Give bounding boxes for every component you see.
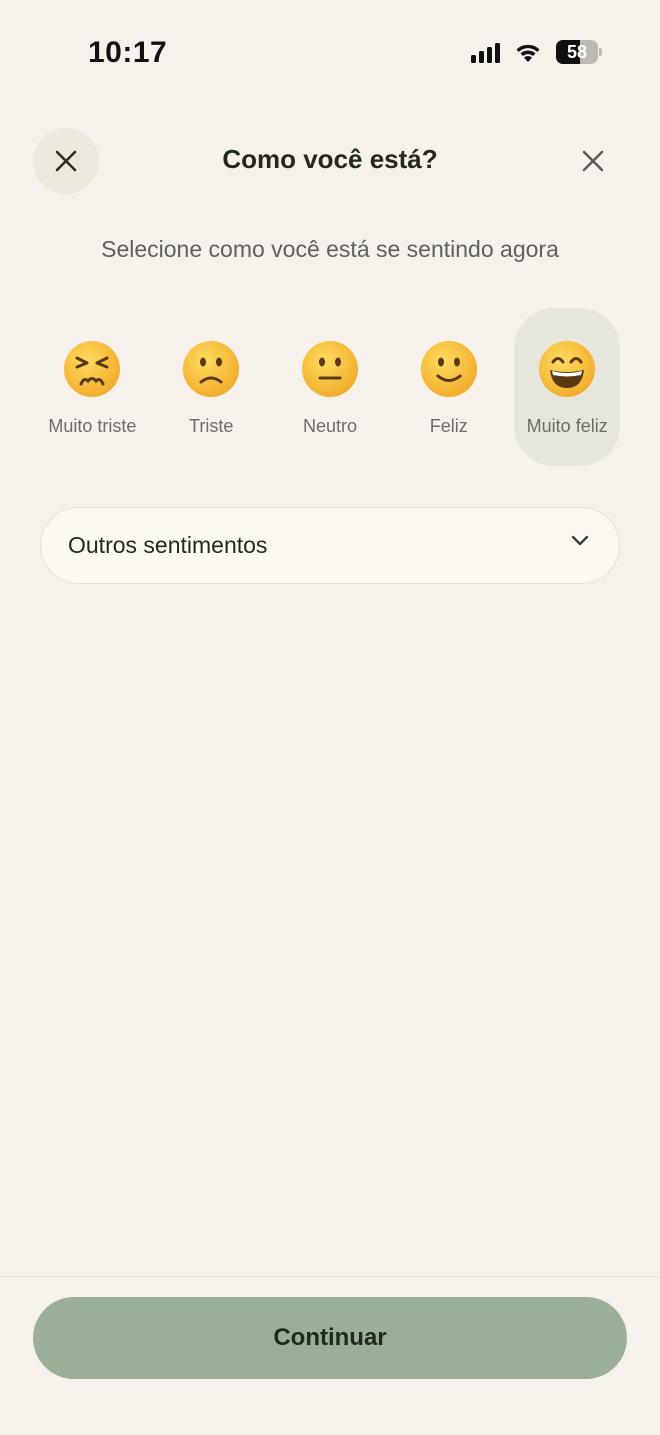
continue-label: Continuar	[273, 1324, 387, 1351]
chevron-down-icon	[571, 535, 589, 546]
battery-level: 58	[566, 42, 588, 62]
mood-label: Muito feliz	[526, 416, 608, 436]
mood-label: Muito triste	[48, 416, 137, 436]
subtitle: Selecione como você está se sentindo ago…	[101, 236, 559, 262]
battery-icon: 58	[556, 40, 602, 64]
close-icon	[582, 150, 604, 172]
dropdown-label: Outros sentimentos	[68, 532, 268, 558]
wifi-icon	[514, 41, 542, 63]
status-time: 10:17	[88, 36, 168, 69]
mood-label: Triste	[189, 416, 234, 436]
footer-divider	[0, 1276, 660, 1277]
continue-button[interactable]: Continuar	[33, 1297, 627, 1379]
mood-option-triste[interactable]: Triste	[152, 308, 271, 466]
other-feelings-dropdown[interactable]: Outros sentimentos	[40, 507, 620, 584]
mood-label: Feliz	[429, 416, 468, 436]
mood-option-feliz[interactable]: Feliz	[389, 308, 508, 466]
slightly-smiling-face-icon	[420, 341, 477, 397]
mood-option-neutro[interactable]: Neutro	[271, 308, 390, 466]
slightly-frowning-face-icon	[183, 341, 240, 397]
persevering-face-icon	[64, 341, 121, 397]
mood-option-muito-triste[interactable]: Muito triste	[33, 308, 152, 466]
status-icons: 58	[471, 40, 602, 64]
page-title: Como você está?	[222, 144, 438, 174]
status-bar: 10:17 58	[0, 0, 660, 100]
grinning-face-icon	[539, 341, 596, 397]
neutral-face-icon	[301, 341, 358, 397]
mood-checkin-screen: 10:17 58 Como você está? Selecione como …	[0, 0, 660, 1435]
cellular-signal-icon	[471, 41, 500, 63]
mood-selector: Muito triste Triste Neutro Feliz Muito f…	[33, 308, 627, 468]
mood-option-muito-feliz[interactable]: Muito feliz	[514, 308, 621, 466]
mood-label: Neutro	[302, 416, 357, 436]
dismiss-button[interactable]	[576, 144, 610, 178]
header: Como você está?	[0, 126, 660, 196]
